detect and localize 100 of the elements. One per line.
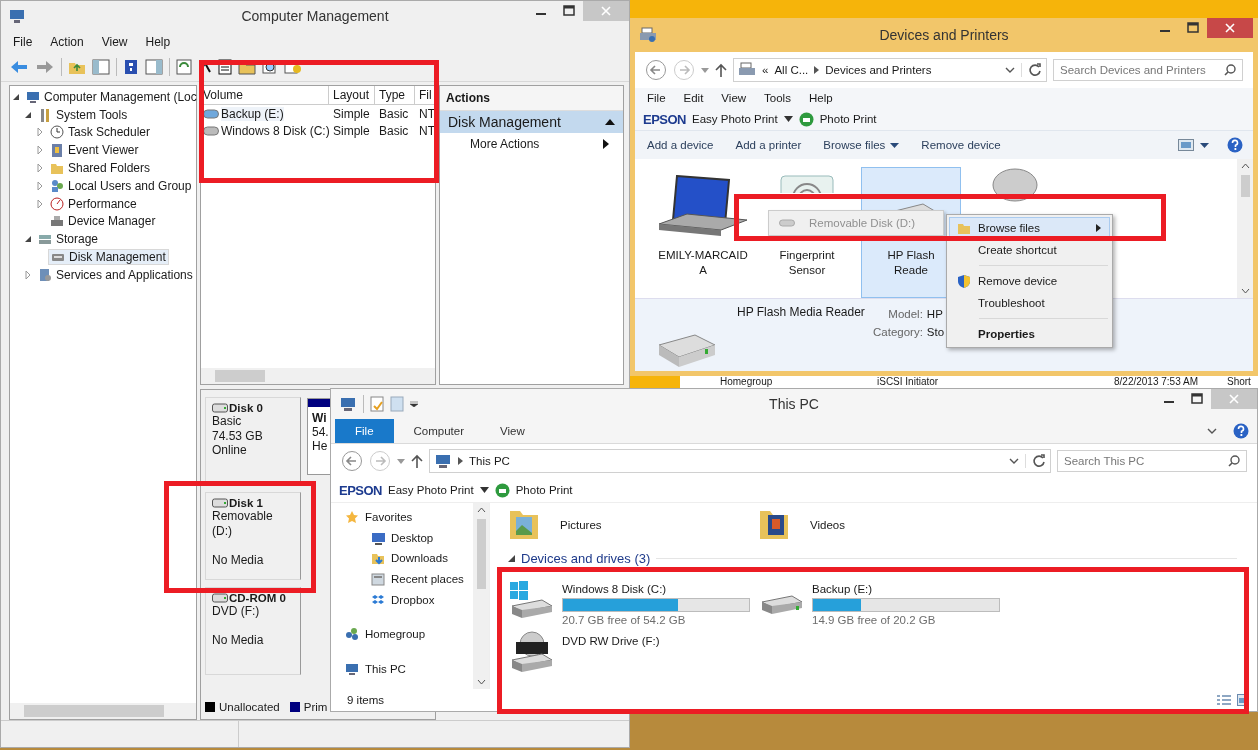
nav-item[interactable]: Desktop [345,527,473,549]
tree-item[interactable]: Device Manager [48,214,158,229]
printer-icon[interactable] [639,27,657,43]
collapsed-arrow-icon[interactable] [36,164,44,173]
tree-item[interactable]: Disk Management [48,249,169,266]
scrollbar-thumb[interactable] [476,519,486,589]
column-header[interactable]: Layout [329,86,375,104]
folder-item[interactable]: Videos [758,503,1008,547]
tree-item[interactable]: Event Viewer [48,143,141,158]
forward-arrow-icon[interactable] [35,59,55,75]
tree-item[interactable]: Services and Applications [36,267,195,282]
help-book-icon[interactable] [123,59,139,75]
computer-icon[interactable] [9,8,25,24]
collapsed-arrow-icon[interactable] [36,199,44,208]
back-icon[interactable] [645,59,667,81]
collapse-arrow-icon[interactable] [508,555,515,562]
menu-item[interactable]: Help [806,92,835,104]
nav-item[interactable]: This PC [345,658,473,680]
column-header[interactable]: Type [375,86,415,104]
chevron-down-icon[interactable] [1009,458,1019,464]
column-header[interactable]: Volume [201,86,329,104]
nav-item[interactable]: Downloads [345,548,473,569]
scrollbar-thumb[interactable] [24,705,164,717]
menu-item[interactable]: Properties [949,323,1110,345]
tree-item[interactable]: Computer Management (Loc [24,89,199,104]
column-header[interactable]: Fil [415,86,435,104]
tree-item[interactable]: Shared Folders [48,161,153,176]
menu-item[interactable]: Edit [681,92,706,104]
tree-item[interactable]: Storage [36,232,101,247]
help-icon[interactable] [1233,423,1249,439]
tree-item[interactable]: Local Users and Group [48,178,194,193]
view-icon[interactable] [1178,139,1194,151]
menu-item[interactable]: Tools [762,92,793,104]
breadcrumb[interactable]: This PC [469,455,510,467]
caret-icon[interactable] [1200,142,1209,148]
group-header[interactable]: Devices and drives (3) [521,551,651,566]
horizontal-scrollbar[interactable] [10,703,196,719]
collapsed-arrow-icon[interactable] [36,181,44,190]
chevron-down-icon[interactable] [1207,428,1217,434]
chevron-down-icon[interactable] [1005,67,1015,73]
search-field[interactable]: Search This PC [1057,450,1247,472]
horizontal-scrollbar[interactable] [201,368,435,384]
menu-item[interactable]: View [99,35,130,49]
command-button[interactable]: Add a printer [729,136,812,154]
properties-icon[interactable] [370,396,384,412]
command-button[interactable]: Remove device [915,136,1011,154]
caret-icon[interactable] [410,401,418,407]
back-arrow-icon[interactable] [9,59,29,75]
tree-item[interactable]: System Tools [36,107,130,122]
collapsed-arrow-icon[interactable] [24,270,32,279]
address-bar[interactable]: This PC [429,449,1051,473]
mouse-icon[interactable] [992,168,1038,202]
menu-item[interactable]: File [645,92,668,104]
device-label[interactable]: EMILY-MARCAID A [658,248,748,278]
panel-icon[interactable] [92,59,110,75]
vertical-scrollbar[interactable] [1237,159,1253,298]
up-arrow-icon[interactable] [715,63,727,77]
tree-item[interactable]: Task Scheduler [48,125,153,140]
menu-item[interactable]: View [719,92,749,104]
back-icon[interactable] [341,450,363,472]
printer-icon[interactable] [798,111,814,127]
expanded-arrow-icon[interactable] [24,235,32,244]
menu-item[interactable]: Troubleshoot [949,292,1110,314]
up-arrow-icon[interactable] [411,454,423,468]
menu-item[interactable]: Remove device [949,270,1110,292]
address-bar[interactable]: « All C... Devices and Printers [733,58,1047,82]
nav-item[interactable]: Favorites [345,507,473,528]
nav-item[interactable]: Homegroup [345,623,473,645]
help-icon[interactable] [1227,137,1243,153]
link[interactable]: Photo Print [819,113,877,125]
breadcrumb[interactable]: Devices and Printers [825,64,932,76]
scrollbar-thumb[interactable] [1240,175,1250,197]
expanded-arrow-icon[interactable] [12,92,20,101]
details-view-icon[interactable] [1217,694,1231,706]
command-button[interactable]: Add a device [641,136,724,154]
nav-item[interactable]: Recent places [345,568,473,590]
app-dropdown[interactable]: Easy Photo Print [388,484,474,496]
panel-icon[interactable] [145,59,163,75]
caret-icon[interactable] [479,487,489,493]
drive-item[interactable]: Windows 8 Disk (C:) 20.7 GB free of 54.2 GB [508,578,758,630]
link[interactable]: Photo Print [515,484,573,496]
tree-item[interactable]: Performance [48,196,139,211]
drive-item[interactable]: Backup (E:) 14.9 GB free of 20.2 GB [758,578,1008,630]
folder-item[interactable]: Pictures [508,503,758,547]
ribbon-tab[interactable]: File [335,419,394,443]
command-button[interactable]: Browse files [817,136,910,154]
caret-icon[interactable] [783,116,793,122]
nav-item[interactable]: Dropbox [345,589,473,610]
menu-item[interactable]: Help [143,35,173,49]
collapsed-arrow-icon[interactable] [36,146,44,155]
expanded-arrow-icon[interactable] [24,110,32,119]
drive-item[interactable]: DVD RW Drive (F:) [508,630,758,682]
menu-item[interactable]: File [11,35,35,49]
refresh-icon[interactable] [176,59,192,75]
scrollbar-thumb[interactable] [215,370,265,382]
app-dropdown[interactable]: Easy Photo Print [692,113,778,125]
menu-item[interactable]: Create shortcut [949,239,1110,261]
computer-icon[interactable] [339,396,357,412]
device-label[interactable]: Fingerprint Sensor [779,248,835,278]
collapsed-arrow-icon[interactable] [36,128,44,137]
